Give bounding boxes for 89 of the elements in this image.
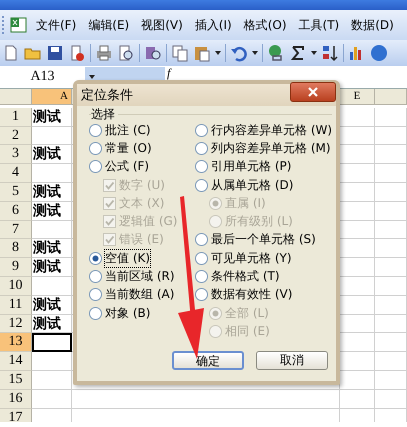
option-label[interactable]: 对象 (B) xyxy=(105,304,150,322)
option-label[interactable]: 批注 (C) xyxy=(105,122,151,139)
radio-button[interactable] xyxy=(195,178,208,192)
row-header[interactable]: 15 xyxy=(0,370,32,390)
row-header[interactable]: 2 xyxy=(0,126,32,146)
menu-item[interactable]: 数据(D) xyxy=(345,16,400,34)
menu-item[interactable]: 编辑(E) xyxy=(82,16,136,34)
radio-button[interactable] xyxy=(195,270,208,284)
radio-button[interactable] xyxy=(89,124,102,137)
table-cell[interactable]: 测试 xyxy=(32,258,72,277)
caret-icon[interactable] xyxy=(311,51,317,55)
row-header[interactable]: 9 xyxy=(0,258,32,277)
radio-button[interactable] xyxy=(89,306,102,320)
menu-item[interactable]: 格式(O) xyxy=(238,16,293,34)
row-header[interactable]: 11 xyxy=(0,296,32,315)
radio-button[interactable] xyxy=(195,233,208,246)
cancel-button[interactable]: 取消 xyxy=(256,350,328,370)
option-label[interactable]: 常量 (O) xyxy=(105,140,152,157)
column-header[interactable] xyxy=(375,89,407,105)
close-button[interactable] xyxy=(290,82,336,102)
dialog-title: 定位条件 xyxy=(81,87,133,104)
spreadsheet-icon[interactable] xyxy=(10,16,28,34)
sigma-icon[interactable] xyxy=(289,44,307,62)
row-header[interactable]: 14 xyxy=(0,352,32,371)
option-label[interactable]: 列内容差异单元格 (M) xyxy=(211,140,331,157)
table-cell[interactable]: 测试 xyxy=(32,202,72,221)
select-all-corner[interactable] xyxy=(0,89,32,105)
row-header[interactable]: 1 xyxy=(0,108,32,127)
option-label[interactable]: 公式 (F) xyxy=(105,158,150,176)
ok-button[interactable]: 确定 xyxy=(172,350,244,370)
row-header[interactable]: 10 xyxy=(0,276,32,296)
row-header[interactable]: 8 xyxy=(0,239,32,258)
radio-button[interactable] xyxy=(195,142,208,155)
option-label[interactable]: 条件格式 (T) xyxy=(211,268,280,286)
option-label[interactable]: 数据有效性 (V) xyxy=(211,286,292,304)
help-icon[interactable] xyxy=(370,44,388,62)
radio-button[interactable] xyxy=(195,252,208,265)
radio-button[interactable] xyxy=(89,160,102,174)
paste-icon[interactable] xyxy=(193,44,211,62)
radio-button[interactable] xyxy=(195,160,208,174)
row-header[interactable]: 3 xyxy=(0,145,32,164)
table-cell[interactable]: 测试 xyxy=(32,239,72,258)
row-header[interactable]: 12 xyxy=(0,314,32,334)
row-header[interactable]: 6 xyxy=(0,202,32,221)
column-header[interactable]: E xyxy=(340,89,375,105)
radio-button[interactable] xyxy=(89,252,102,265)
row-header[interactable]: 7 xyxy=(0,220,32,240)
column-header[interactable]: A xyxy=(32,89,72,105)
radio-button[interactable] xyxy=(195,124,208,137)
row-header[interactable]: 16 xyxy=(0,390,32,409)
table-cell[interactable]: 测试 xyxy=(32,145,72,164)
table-cell[interactable]: 测试 xyxy=(32,314,72,334)
globe-link-icon[interactable] xyxy=(267,44,285,62)
menu-item[interactable]: 工具(T) xyxy=(292,16,346,34)
group-label: 选择 xyxy=(91,106,118,123)
undo-icon[interactable] xyxy=(230,44,248,62)
print-preview-icon[interactable] xyxy=(117,44,135,62)
option-label[interactable]: 当前区域 (R) xyxy=(105,268,175,286)
row-header[interactable]: 13 xyxy=(0,333,32,352)
option-label[interactable]: 从属单元格 (D) xyxy=(211,176,294,194)
menu-item[interactable]: 插入(I) xyxy=(188,16,238,34)
row-header[interactable]: 17 xyxy=(0,408,32,422)
option-label[interactable]: 引用单元格 (P) xyxy=(211,158,292,176)
option-label[interactable]: 空值 (K) xyxy=(105,250,150,267)
save-icon[interactable] xyxy=(46,44,64,62)
caret-icon[interactable] xyxy=(215,51,221,55)
function-label[interactable]: f xyxy=(167,67,170,79)
table-cell[interactable]: 测试 xyxy=(32,108,72,127)
sort-icon[interactable] xyxy=(321,44,339,62)
row-header[interactable]: 5 xyxy=(0,182,32,202)
table-cell[interactable]: 测试 xyxy=(32,182,72,202)
option-label[interactable]: 可见单元格 (Y) xyxy=(211,250,292,267)
printer-icon[interactable] xyxy=(95,44,113,62)
radio-button[interactable] xyxy=(89,142,102,155)
option-label[interactable]: 当前数组 (A) xyxy=(105,286,174,304)
name-box[interactable]: A13 xyxy=(0,69,85,85)
option-label[interactable]: 最后一个单元格 (S) xyxy=(211,231,316,248)
menu-item[interactable]: 视图(V) xyxy=(135,16,189,34)
radio-button[interactable] xyxy=(89,270,102,284)
table-cell[interactable]: 测试 xyxy=(32,296,72,315)
copy-icon[interactable] xyxy=(171,44,189,62)
radio-button[interactable] xyxy=(195,288,208,302)
row-header[interactable]: 4 xyxy=(0,164,32,183)
menu-item[interactable]: 文件(F) xyxy=(30,16,82,34)
research-icon[interactable] xyxy=(144,44,162,62)
option-label[interactable]: 行内容差异单元格 (W) xyxy=(211,122,332,139)
caret-icon[interactable] xyxy=(252,51,258,55)
close-icon xyxy=(308,87,318,97)
radio-button[interactable] xyxy=(89,288,102,302)
